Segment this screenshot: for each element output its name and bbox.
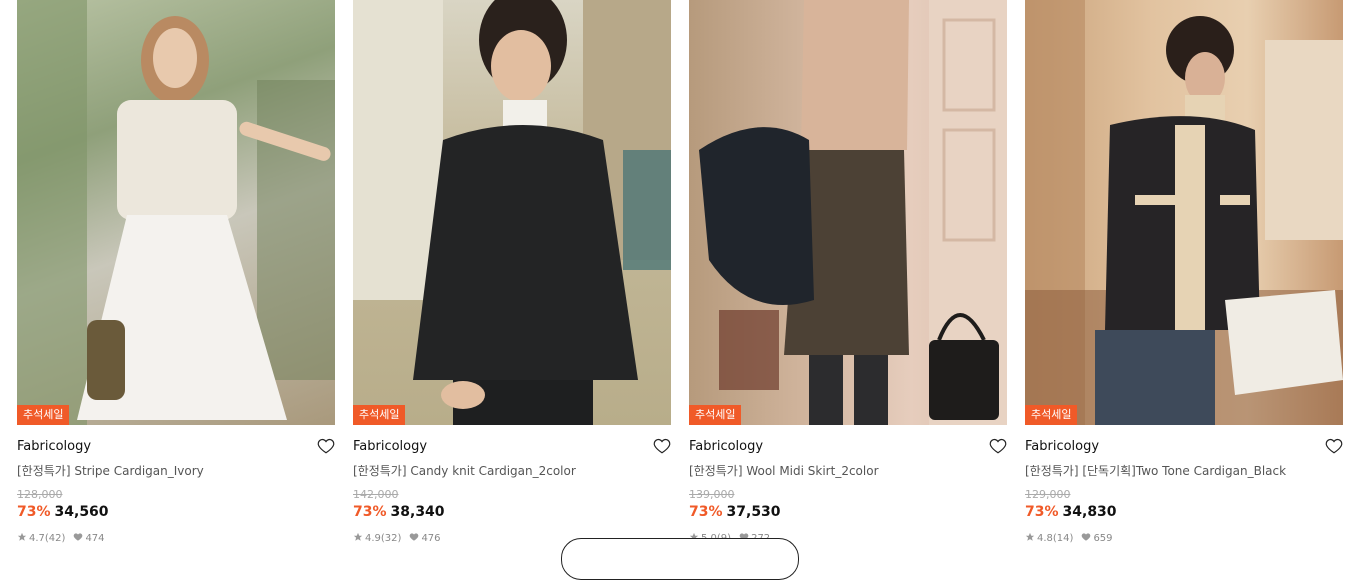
- heart-filled-icon: [410, 533, 419, 541]
- rating-value: 4.9: [365, 533, 381, 544]
- sale-badge: 추석세일: [689, 405, 742, 425]
- like-count: 474: [85, 533, 105, 544]
- heart-outline-icon[interactable]: [1325, 437, 1343, 455]
- product-card[interactable]: 추석세일 Fabricology [한정특가] [단독기획]Two Tone C…: [1025, 0, 1343, 544]
- price-row: 73% 38,340: [353, 504, 671, 520]
- product-card[interactable]: 추석세일 Fabricology [한정특가] Stripe Cardigan_…: [17, 0, 335, 544]
- product-title[interactable]: [한정특가] Wool Midi Skirt_2color: [689, 462, 1007, 479]
- likes: 659: [1081, 532, 1113, 544]
- like-count: 476: [421, 533, 441, 544]
- heart-filled-icon: [74, 533, 83, 541]
- product-image[interactable]: 추석세일: [353, 0, 671, 425]
- brand-name[interactable]: Fabricology: [17, 439, 91, 454]
- product-meta: 4.7(42) 474: [17, 532, 335, 544]
- heart-outline-icon[interactable]: [653, 437, 671, 455]
- product-title[interactable]: [한정특가] Stripe Cardigan_Ivory: [17, 462, 335, 479]
- rating-value: 4.7: [29, 533, 45, 544]
- brand-name[interactable]: Fabricology: [689, 439, 763, 454]
- star-icon: [353, 532, 363, 541]
- brand-name[interactable]: Fabricology: [1025, 439, 1099, 454]
- original-price: 142,000: [353, 488, 399, 501]
- sale-price: 37,530: [726, 504, 781, 520]
- product-title[interactable]: [한정특가] Candy knit Cardigan_2color: [353, 462, 671, 479]
- sale-badge: 추석세일: [17, 405, 70, 425]
- rating-value: 4.8: [1037, 533, 1053, 544]
- likes: 474: [73, 532, 105, 544]
- sale-badge: 추석세일: [353, 405, 406, 425]
- heart-outline-icon[interactable]: [317, 437, 335, 455]
- product-meta: 4.8(14) 659: [1025, 532, 1343, 544]
- product-image[interactable]: 추석세일: [17, 0, 335, 425]
- sale-price: 38,340: [390, 504, 445, 520]
- price-row: 73% 37,530: [689, 504, 1007, 520]
- review-count: (14): [1052, 533, 1074, 544]
- original-price: 129,000: [1025, 488, 1071, 501]
- like-count: 659: [1093, 533, 1113, 544]
- sale-price: 34,560: [54, 504, 109, 520]
- product-image[interactable]: 추석세일: [1025, 0, 1343, 425]
- price-row: 73% 34,830: [1025, 504, 1343, 520]
- discount-rate: 73%: [689, 504, 723, 520]
- star-icon: [17, 532, 27, 541]
- sale-badge: 추석세일: [1025, 405, 1078, 425]
- review-count: (32): [380, 533, 402, 544]
- sale-price: 34,830: [1062, 504, 1117, 520]
- rating: 4.9(32): [353, 532, 401, 544]
- discount-rate: 73%: [17, 504, 51, 520]
- rating: 4.7(42): [17, 532, 65, 544]
- original-price: 139,000: [689, 488, 735, 501]
- product-grid: 추석세일 Fabricology [한정특가] Stripe Cardigan_…: [17, 0, 1343, 544]
- price-row: 73% 34,560: [17, 504, 335, 520]
- discount-rate: 73%: [353, 504, 387, 520]
- product-title[interactable]: [한정특가] [단독기획]Two Tone Cardigan_Black: [1025, 462, 1343, 479]
- brand-name[interactable]: Fabricology: [353, 439, 427, 454]
- review-count: (42): [44, 533, 66, 544]
- heart-outline-icon[interactable]: [989, 437, 1007, 455]
- likes: 476: [409, 532, 441, 544]
- heart-filled-icon: [1082, 533, 1091, 541]
- product-card[interactable]: 추석세일 Fabricology [한정특가] Wool Midi Skirt_…: [689, 0, 1007, 544]
- product-card[interactable]: 추석세일 Fabricology [한정특가] Candy knit Cardi…: [353, 0, 671, 544]
- discount-rate: 73%: [1025, 504, 1059, 520]
- original-price: 128,000: [17, 488, 63, 501]
- product-image[interactable]: 추석세일: [689, 0, 1007, 425]
- rating: 4.8(14): [1025, 532, 1073, 544]
- load-more-button[interactable]: [561, 538, 799, 580]
- star-icon: [1025, 532, 1035, 541]
